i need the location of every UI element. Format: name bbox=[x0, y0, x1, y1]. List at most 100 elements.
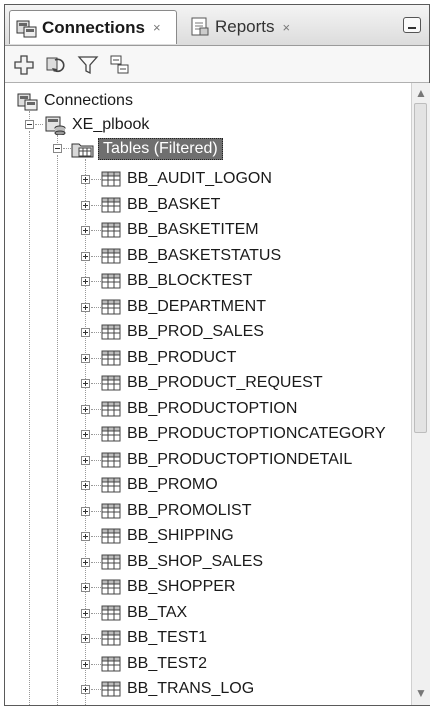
scroll-up-icon[interactable]: ▲ bbox=[415, 87, 427, 99]
tree-item-table[interactable]: BB_BLOCKTEST bbox=[101, 269, 252, 293]
tree-line bbox=[91, 409, 101, 410]
expand-toggle-icon[interactable] bbox=[81, 660, 90, 669]
tree-item-table[interactable]: BB_SHOP_SALES bbox=[101, 550, 263, 574]
expand-toggle-icon[interactable] bbox=[81, 405, 90, 414]
expand-toggle-icon[interactable] bbox=[81, 175, 90, 184]
tree-item-table[interactable]: BB_PROD_SALES bbox=[101, 320, 264, 344]
expand-toggle-icon[interactable] bbox=[81, 252, 90, 261]
expand-toggle-icon[interactable] bbox=[81, 201, 90, 210]
tree-line bbox=[63, 148, 71, 149]
scroll-thumb[interactable] bbox=[414, 103, 427, 433]
expand-toggle-icon[interactable] bbox=[81, 379, 90, 388]
tree-item-table[interactable]: BB_PRODUCT bbox=[101, 346, 236, 370]
table-icon bbox=[101, 477, 121, 493]
tree-item-table[interactable]: BB_TRANS_LOG bbox=[101, 677, 254, 701]
expand-toggle-icon[interactable] bbox=[81, 456, 90, 465]
expand-toggle-icon[interactable] bbox=[81, 481, 90, 490]
tree-item-table[interactable]: BB_PRODUCT_REQUEST bbox=[101, 371, 323, 395]
expand-toggle-icon[interactable] bbox=[81, 507, 90, 516]
tree-line bbox=[91, 613, 101, 614]
tree-item-table[interactable]: BB_BASKETSTATUS bbox=[101, 244, 281, 268]
tree-item-connection[interactable]: XE_plbook bbox=[45, 113, 149, 137]
table-label: BB_PRODUCT bbox=[127, 349, 237, 366]
tab-bar: Connections × Reports × bbox=[5, 5, 429, 46]
collapse-toggle-icon[interactable] bbox=[53, 144, 62, 153]
tree-line bbox=[91, 587, 101, 588]
connections-icon bbox=[16, 18, 38, 38]
connections-panel: Connections × Reports × Connections XE_p… bbox=[4, 4, 430, 706]
tree-line bbox=[91, 434, 101, 435]
tree-item-table[interactable]: BB_TEST2 bbox=[101, 652, 207, 676]
expand-toggle-icon[interactable] bbox=[81, 303, 90, 312]
table-label: BB_TEST1 bbox=[127, 629, 208, 646]
tables-folder-icon bbox=[71, 143, 94, 158]
table-label: BB_TRANS_LOG bbox=[127, 680, 255, 697]
expand-toggle-icon[interactable] bbox=[81, 583, 90, 592]
tab-reports-label: Reports bbox=[215, 17, 275, 36]
table-label: BB_PRODUCT_REQUEST bbox=[127, 374, 323, 391]
scroll-down-icon[interactable]: ▼ bbox=[415, 687, 427, 699]
tree-item-table[interactable]: BB_BASKET bbox=[101, 193, 220, 217]
expand-toggle-icon[interactable] bbox=[81, 685, 90, 694]
close-icon[interactable]: × bbox=[153, 20, 161, 35]
tree-item-table[interactable]: BB_PRODUCTOPTIONCATEGORY bbox=[101, 422, 386, 446]
table-icon bbox=[101, 350, 121, 366]
tree-line bbox=[91, 536, 101, 537]
tree-item-table[interactable]: BB_PROMOLIST bbox=[101, 499, 251, 523]
expand-toggle-icon[interactable] bbox=[81, 558, 90, 567]
expand-toggle-icon[interactable] bbox=[81, 634, 90, 643]
tree-line bbox=[91, 460, 101, 461]
close-icon[interactable]: × bbox=[283, 20, 291, 35]
table-icon bbox=[101, 222, 121, 238]
plus-icon[interactable] bbox=[13, 54, 35, 76]
tree-item-tables-folder[interactable]: Tables (Filtered) bbox=[71, 137, 223, 161]
tree-line bbox=[91, 179, 101, 180]
tree-item-table[interactable]: BB_BASKETITEM bbox=[101, 218, 259, 242]
toolbar bbox=[5, 46, 429, 83]
refresh-icon[interactable] bbox=[45, 54, 67, 76]
expand-toggle-icon[interactable] bbox=[81, 226, 90, 235]
filter-icon[interactable] bbox=[77, 54, 99, 76]
table-icon bbox=[101, 528, 121, 544]
expand-toggle-icon[interactable] bbox=[81, 430, 90, 439]
tree-item-table[interactable]: BB_TAX bbox=[101, 601, 187, 625]
expand-toggle-icon[interactable] bbox=[81, 328, 90, 337]
expand-toggle-icon[interactable] bbox=[81, 354, 90, 363]
collapse-all-icon[interactable] bbox=[109, 54, 131, 76]
tree-line bbox=[91, 332, 101, 333]
table-icon bbox=[101, 248, 121, 264]
tab-connections[interactable]: Connections × bbox=[9, 10, 177, 44]
tree-line bbox=[91, 383, 101, 384]
tree-item-table[interactable]: BB_PRODUCTOPTIONDETAIL bbox=[101, 448, 352, 472]
tree-item-table[interactable]: BB_AUDIT_LOGON bbox=[101, 167, 272, 191]
table-label: BB_BLOCKTEST bbox=[127, 272, 253, 289]
tree-line bbox=[91, 664, 101, 665]
expand-toggle-icon[interactable] bbox=[81, 532, 90, 541]
tree-root[interactable]: Connections bbox=[17, 89, 133, 113]
table-icon bbox=[101, 554, 121, 570]
minimize-button[interactable] bbox=[403, 17, 421, 33]
tree-item-table[interactable]: BB_SHOPPER bbox=[101, 575, 235, 599]
tree-line bbox=[35, 124, 43, 125]
expand-toggle-icon[interactable] bbox=[81, 277, 90, 286]
connections-icon bbox=[17, 93, 38, 111]
table-icon bbox=[101, 299, 121, 315]
tab-reports[interactable]: Reports × bbox=[183, 10, 303, 44]
collapse-toggle-icon[interactable] bbox=[25, 120, 34, 129]
expand-toggle-icon[interactable] bbox=[81, 609, 90, 618]
table-icon bbox=[101, 452, 121, 468]
table-label: BB_PRODUCTOPTIONCATEGORY bbox=[127, 425, 386, 442]
tree-item-table[interactable]: BB_TEST1 bbox=[101, 626, 207, 650]
connection-label: XE_plbook bbox=[72, 116, 150, 133]
tree-line bbox=[91, 638, 101, 639]
table-label: BB_SHOPPER bbox=[127, 578, 236, 595]
tree-item-table[interactable]: BB_SHIPPING bbox=[101, 524, 234, 548]
tree-item-table[interactable]: BB_DEPARTMENT bbox=[101, 295, 266, 319]
tree-item-table[interactable]: BB_PRODUCTOPTION bbox=[101, 397, 297, 421]
tree-item-table[interactable]: BB_PROMO bbox=[101, 473, 218, 497]
table-label: BB_SHOP_SALES bbox=[127, 553, 264, 570]
table-label: BB_PROMOLIST bbox=[127, 502, 252, 519]
table-label: BB_TAX bbox=[127, 604, 188, 621]
vertical-scrollbar[interactable]: ▲ ▼ bbox=[411, 83, 430, 705]
tree-line bbox=[91, 511, 101, 512]
